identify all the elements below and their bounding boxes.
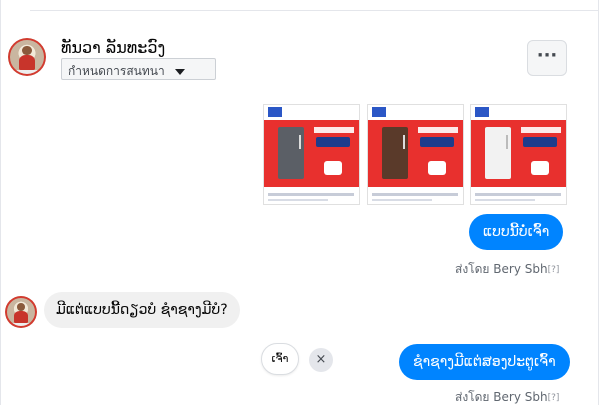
sender-avatar[interactable] — [5, 296, 37, 328]
dropdown-label: กำหนดการสนทนา — [68, 64, 165, 78]
product-image-1[interactable] — [263, 104, 360, 205]
chevron-down-icon — [174, 68, 185, 75]
message-bubble-incoming[interactable]: ມີແຕ່ແບບນີ້ດຽວບໍ ຊຳຊາງມີບໍ? — [44, 292, 240, 328]
sent-by-label: ส่งโดย Bery Sbh[?] — [455, 390, 560, 404]
conversation-status-dropdown[interactable]: กำหนดการสนทนา — [61, 58, 216, 80]
suggested-reply-chip[interactable]: ເຈົ້າ — [261, 343, 299, 375]
sent-by-label: ส่งโดย Bery Sbh[?] — [455, 262, 560, 276]
message-bubble-outgoing[interactable]: ແບບນີ້ບໍ່ເຈົ້າ — [469, 214, 564, 250]
product-image-3[interactable] — [470, 104, 567, 205]
right-border — [598, 0, 599, 405]
top-divider — [30, 10, 598, 11]
more-options-button[interactable]: ··· — [527, 40, 567, 76]
close-icon[interactable]: × — [309, 348, 333, 372]
help-link[interactable]: [?] — [548, 393, 560, 403]
product-image-2[interactable] — [367, 104, 464, 205]
message-bubble-outgoing[interactable]: ຊຳຊາງມີແຕ່ສອງປະຕູເຈົ້າ — [399, 344, 570, 380]
left-border — [0, 0, 1, 405]
help-link[interactable]: [?] — [548, 265, 560, 275]
contact-avatar[interactable] — [8, 38, 46, 76]
contact-name[interactable]: ທັນວາ ລັນທະວົງ — [61, 38, 165, 57]
